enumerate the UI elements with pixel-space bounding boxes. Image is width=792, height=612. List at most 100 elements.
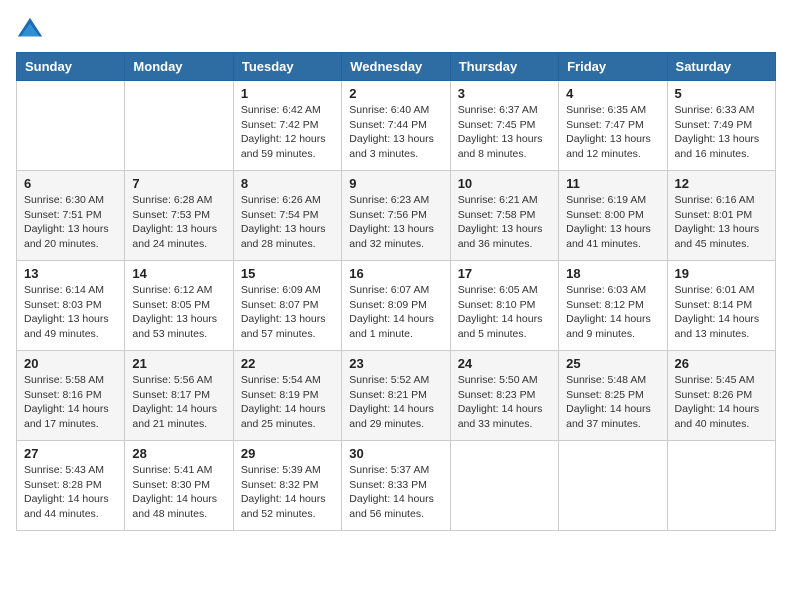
calendar-cell: 6 Sunrise: 6:30 AM Sunset: 7:51 PM Dayli…	[17, 171, 125, 261]
day-info: Sunrise: 6:42 AM Sunset: 7:42 PM Dayligh…	[241, 103, 334, 162]
calendar-cell: 18 Sunrise: 6:03 AM Sunset: 8:12 PM Dayl…	[559, 261, 667, 351]
day-number: 18	[566, 266, 659, 281]
calendar-cell: 21 Sunrise: 5:56 AM Sunset: 8:17 PM Dayl…	[125, 351, 233, 441]
day-number: 19	[675, 266, 768, 281]
calendar-cell	[125, 81, 233, 171]
calendar-cell: 4 Sunrise: 6:35 AM Sunset: 7:47 PM Dayli…	[559, 81, 667, 171]
day-number: 24	[458, 356, 551, 371]
day-number: 8	[241, 176, 334, 191]
day-info: Sunrise: 5:37 AM Sunset: 8:33 PM Dayligh…	[349, 463, 442, 522]
calendar-cell: 25 Sunrise: 5:48 AM Sunset: 8:25 PM Dayl…	[559, 351, 667, 441]
calendar-cell: 26 Sunrise: 5:45 AM Sunset: 8:26 PM Dayl…	[667, 351, 775, 441]
calendar-cell: 20 Sunrise: 5:58 AM Sunset: 8:16 PM Dayl…	[17, 351, 125, 441]
day-number: 15	[241, 266, 334, 281]
day-info: Sunrise: 6:03 AM Sunset: 8:12 PM Dayligh…	[566, 283, 659, 342]
day-number: 21	[132, 356, 225, 371]
day-number: 22	[241, 356, 334, 371]
day-number: 4	[566, 86, 659, 101]
day-info: Sunrise: 5:56 AM Sunset: 8:17 PM Dayligh…	[132, 373, 225, 432]
day-info: Sunrise: 6:35 AM Sunset: 7:47 PM Dayligh…	[566, 103, 659, 162]
calendar-week-5: 27 Sunrise: 5:43 AM Sunset: 8:28 PM Dayl…	[17, 441, 776, 531]
calendar-cell: 22 Sunrise: 5:54 AM Sunset: 8:19 PM Dayl…	[233, 351, 341, 441]
day-number: 17	[458, 266, 551, 281]
day-number: 29	[241, 446, 334, 461]
day-info: Sunrise: 5:45 AM Sunset: 8:26 PM Dayligh…	[675, 373, 768, 432]
calendar-cell: 16 Sunrise: 6:07 AM Sunset: 8:09 PM Dayl…	[342, 261, 450, 351]
calendar-week-4: 20 Sunrise: 5:58 AM Sunset: 8:16 PM Dayl…	[17, 351, 776, 441]
weekday-header-sunday: Sunday	[17, 53, 125, 81]
calendar-week-1: 1 Sunrise: 6:42 AM Sunset: 7:42 PM Dayli…	[17, 81, 776, 171]
day-info: Sunrise: 5:43 AM Sunset: 8:28 PM Dayligh…	[24, 463, 117, 522]
calendar-cell: 15 Sunrise: 6:09 AM Sunset: 8:07 PM Dayl…	[233, 261, 341, 351]
day-number: 12	[675, 176, 768, 191]
calendar-cell: 24 Sunrise: 5:50 AM Sunset: 8:23 PM Dayl…	[450, 351, 558, 441]
day-info: Sunrise: 6:37 AM Sunset: 7:45 PM Dayligh…	[458, 103, 551, 162]
day-info: Sunrise: 6:19 AM Sunset: 8:00 PM Dayligh…	[566, 193, 659, 252]
day-info: Sunrise: 6:16 AM Sunset: 8:01 PM Dayligh…	[675, 193, 768, 252]
calendar-cell: 30 Sunrise: 5:37 AM Sunset: 8:33 PM Dayl…	[342, 441, 450, 531]
weekday-header-saturday: Saturday	[667, 53, 775, 81]
day-info: Sunrise: 6:14 AM Sunset: 8:03 PM Dayligh…	[24, 283, 117, 342]
weekday-header-monday: Monday	[125, 53, 233, 81]
day-number: 5	[675, 86, 768, 101]
day-info: Sunrise: 6:28 AM Sunset: 7:53 PM Dayligh…	[132, 193, 225, 252]
calendar-cell	[450, 441, 558, 531]
logo	[16, 16, 48, 44]
page-header	[16, 16, 776, 44]
calendar-cell	[667, 441, 775, 531]
calendar-cell: 27 Sunrise: 5:43 AM Sunset: 8:28 PM Dayl…	[17, 441, 125, 531]
day-number: 30	[349, 446, 442, 461]
calendar-cell: 9 Sunrise: 6:23 AM Sunset: 7:56 PM Dayli…	[342, 171, 450, 261]
day-info: Sunrise: 6:26 AM Sunset: 7:54 PM Dayligh…	[241, 193, 334, 252]
calendar-table: SundayMondayTuesdayWednesdayThursdayFrid…	[16, 52, 776, 531]
calendar-cell: 13 Sunrise: 6:14 AM Sunset: 8:03 PM Dayl…	[17, 261, 125, 351]
day-info: Sunrise: 6:30 AM Sunset: 7:51 PM Dayligh…	[24, 193, 117, 252]
day-info: Sunrise: 5:52 AM Sunset: 8:21 PM Dayligh…	[349, 373, 442, 432]
day-info: Sunrise: 6:23 AM Sunset: 7:56 PM Dayligh…	[349, 193, 442, 252]
calendar-cell: 23 Sunrise: 5:52 AM Sunset: 8:21 PM Dayl…	[342, 351, 450, 441]
day-info: Sunrise: 6:40 AM Sunset: 7:44 PM Dayligh…	[349, 103, 442, 162]
calendar-cell: 12 Sunrise: 6:16 AM Sunset: 8:01 PM Dayl…	[667, 171, 775, 261]
logo-icon	[16, 16, 44, 44]
day-number: 6	[24, 176, 117, 191]
day-info: Sunrise: 6:09 AM Sunset: 8:07 PM Dayligh…	[241, 283, 334, 342]
weekday-header-friday: Friday	[559, 53, 667, 81]
day-number: 2	[349, 86, 442, 101]
day-number: 27	[24, 446, 117, 461]
day-number: 1	[241, 86, 334, 101]
calendar-cell: 1 Sunrise: 6:42 AM Sunset: 7:42 PM Dayli…	[233, 81, 341, 171]
day-info: Sunrise: 6:07 AM Sunset: 8:09 PM Dayligh…	[349, 283, 442, 342]
calendar-cell: 7 Sunrise: 6:28 AM Sunset: 7:53 PM Dayli…	[125, 171, 233, 261]
calendar-cell: 10 Sunrise: 6:21 AM Sunset: 7:58 PM Dayl…	[450, 171, 558, 261]
calendar-cell: 8 Sunrise: 6:26 AM Sunset: 7:54 PM Dayli…	[233, 171, 341, 261]
day-number: 3	[458, 86, 551, 101]
calendar-cell: 28 Sunrise: 5:41 AM Sunset: 8:30 PM Dayl…	[125, 441, 233, 531]
day-number: 23	[349, 356, 442, 371]
day-info: Sunrise: 5:39 AM Sunset: 8:32 PM Dayligh…	[241, 463, 334, 522]
calendar-cell: 17 Sunrise: 6:05 AM Sunset: 8:10 PM Dayl…	[450, 261, 558, 351]
day-number: 26	[675, 356, 768, 371]
calendar-week-3: 13 Sunrise: 6:14 AM Sunset: 8:03 PM Dayl…	[17, 261, 776, 351]
day-info: Sunrise: 5:50 AM Sunset: 8:23 PM Dayligh…	[458, 373, 551, 432]
calendar-cell: 14 Sunrise: 6:12 AM Sunset: 8:05 PM Dayl…	[125, 261, 233, 351]
day-info: Sunrise: 6:05 AM Sunset: 8:10 PM Dayligh…	[458, 283, 551, 342]
calendar-cell: 11 Sunrise: 6:19 AM Sunset: 8:00 PM Dayl…	[559, 171, 667, 261]
day-info: Sunrise: 5:41 AM Sunset: 8:30 PM Dayligh…	[132, 463, 225, 522]
day-info: Sunrise: 5:58 AM Sunset: 8:16 PM Dayligh…	[24, 373, 117, 432]
calendar-cell: 29 Sunrise: 5:39 AM Sunset: 8:32 PM Dayl…	[233, 441, 341, 531]
day-number: 10	[458, 176, 551, 191]
day-info: Sunrise: 6:33 AM Sunset: 7:49 PM Dayligh…	[675, 103, 768, 162]
day-number: 20	[24, 356, 117, 371]
day-info: Sunrise: 6:21 AM Sunset: 7:58 PM Dayligh…	[458, 193, 551, 252]
calendar-cell: 3 Sunrise: 6:37 AM Sunset: 7:45 PM Dayli…	[450, 81, 558, 171]
day-info: Sunrise: 6:01 AM Sunset: 8:14 PM Dayligh…	[675, 283, 768, 342]
calendar-cell: 19 Sunrise: 6:01 AM Sunset: 8:14 PM Dayl…	[667, 261, 775, 351]
day-info: Sunrise: 5:54 AM Sunset: 8:19 PM Dayligh…	[241, 373, 334, 432]
day-number: 25	[566, 356, 659, 371]
calendar-cell: 5 Sunrise: 6:33 AM Sunset: 7:49 PM Dayli…	[667, 81, 775, 171]
day-number: 7	[132, 176, 225, 191]
weekday-header-wednesday: Wednesday	[342, 53, 450, 81]
day-number: 14	[132, 266, 225, 281]
weekday-header-tuesday: Tuesday	[233, 53, 341, 81]
calendar-cell: 2 Sunrise: 6:40 AM Sunset: 7:44 PM Dayli…	[342, 81, 450, 171]
